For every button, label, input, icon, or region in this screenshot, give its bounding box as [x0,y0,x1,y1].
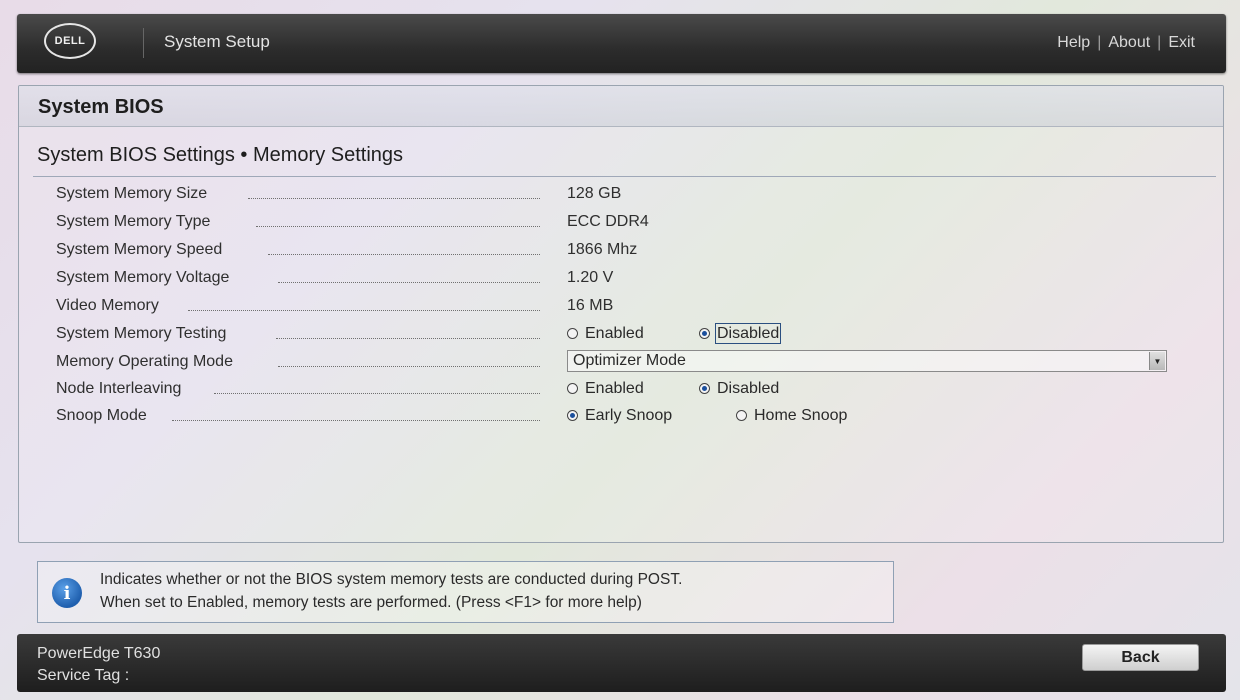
setting-label: System Memory Testing [56,325,227,342]
dotted-leader [278,366,540,367]
setting-label: Video Memory [56,297,159,314]
setting-value: 1866 Mhz [567,241,638,258]
snoop-mode-early-radio[interactable]: Early Snoop [567,407,672,425]
dotted-leader [276,338,540,339]
setting-row-video-memory: Video Memory 16 MB [56,297,1176,323]
setting-row-node-interleaving: Node Interleaving Enabled Disabled [56,380,1176,406]
dotted-leader [172,420,540,421]
setting-label: Memory Operating Mode [56,353,233,370]
radio-selected-icon [567,410,578,421]
memory-testing-enabled-radio[interactable]: Enabled [567,325,644,343]
setting-value: 16 MB [567,297,614,314]
link-separator: | [1157,34,1162,51]
setting-value: 1.20 V [567,269,614,286]
section-divider [33,176,1216,177]
setting-row-operating-mode: Memory Operating Mode Optimizer Mode ▼ [56,350,1176,379]
dotted-leader [188,310,540,311]
dotted-leader [214,393,540,394]
setting-label: System Memory Type [56,213,211,230]
setting-row-memory-speed: System Memory Speed 1866 Mhz [56,241,1176,267]
setting-label: System Memory Speed [56,241,223,258]
setting-row-snoop-mode: Snoop Mode Early Snoop Home Snoop [56,407,1176,433]
setting-label: System Memory Size [56,185,208,202]
radio-icon [567,383,578,394]
dotted-leader [268,254,540,255]
radio-label: Disabled [717,380,780,397]
footer-bar: PowerEdge T630 Service Tag : Back [17,634,1226,692]
setting-row-memory-type: System Memory Type ECC DDR4 [56,213,1176,239]
section-title: System BIOS Settings • Memory Settings [37,144,404,166]
header-links: Help | About | Exit [1057,34,1195,52]
setting-value: ECC DDR4 [567,213,649,230]
radio-selected-icon [699,328,710,339]
help-text-line-2: When set to Enabled, memory tests are pe… [100,594,642,611]
snoop-mode-home-radio[interactable]: Home Snoop [736,407,847,425]
node-interleaving-disabled-radio[interactable]: Disabled [699,380,779,398]
node-interleaving-enabled-radio[interactable]: Enabled [567,380,644,398]
setting-label: Snoop Mode [56,407,147,424]
dell-logo: DELL [44,23,96,59]
back-button[interactable]: Back [1082,644,1199,671]
chevron-down-icon[interactable]: ▼ [1149,352,1165,370]
dotted-leader [278,282,540,283]
panel-header [19,86,1223,127]
setting-label: System Memory Voltage [56,269,230,286]
setting-row-memory-voltage: System Memory Voltage 1.20 V [56,269,1176,295]
help-link[interactable]: Help [1057,34,1090,51]
top-header-bar: DELL System Setup Help | About | Exit [17,14,1226,73]
help-text-line-1: Indicates whether or not the BIOS system… [100,571,683,588]
service-tag: Service Tag : [37,667,130,684]
exit-link[interactable]: Exit [1168,34,1195,51]
radio-label: Enabled [585,325,644,342]
memory-testing-disabled-radio[interactable]: Disabled [699,323,782,344]
setting-value: 128 GB [567,185,622,202]
setting-row-memory-testing: System Memory Testing Enabled Disabled [56,323,1176,351]
system-model: PowerEdge T630 [37,645,161,662]
about-link[interactable]: About [1108,34,1150,51]
link-separator: | [1097,34,1102,51]
operating-mode-select[interactable]: Optimizer Mode ▼ [567,350,1167,372]
dotted-leader [248,198,540,199]
panel-title: System BIOS [38,96,164,118]
select-value: Optimizer Mode [573,352,686,369]
setting-row-memory-size: System Memory Size 128 GB [56,185,1176,211]
dotted-leader [256,226,540,227]
app-title: System Setup [164,32,270,51]
info-icon: i [52,578,82,608]
radio-selected-icon [699,383,710,394]
radio-label: Disabled [714,323,782,344]
radio-label: Enabled [585,380,644,397]
radio-icon [567,328,578,339]
header-divider [143,28,144,58]
help-box: i Indicates whether or not the BIOS syst… [37,561,894,623]
radio-label: Home Snoop [754,407,848,424]
radio-icon [736,410,747,421]
setting-label: Node Interleaving [56,380,182,397]
settings-panel: System BIOS System BIOS Settings • Memor… [18,85,1224,543]
radio-label: Early Snoop [585,407,673,424]
